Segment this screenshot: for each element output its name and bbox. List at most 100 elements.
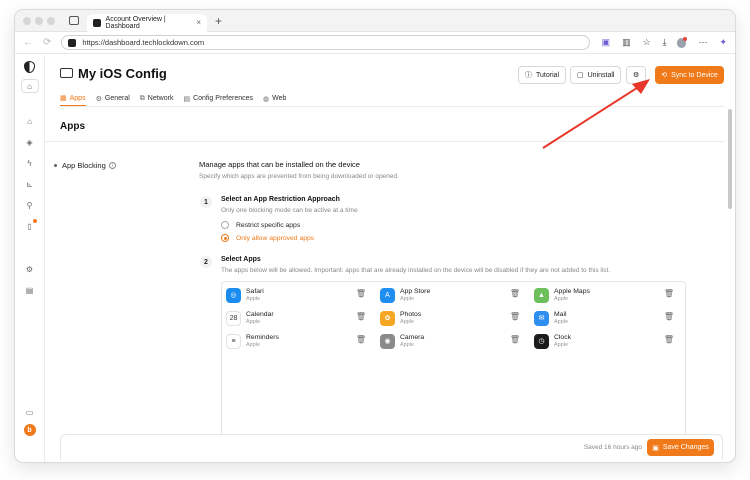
extension-icon[interactable]: ▣ bbox=[602, 37, 611, 48]
photos-icon: ✿ bbox=[380, 310, 395, 326]
radio-only-allow-approved-apps[interactable]: Only allow approved apps bbox=[221, 234, 689, 242]
info-icon: ⓘ bbox=[525, 72, 532, 79]
download-icon[interactable]: ⤓ bbox=[663, 37, 667, 48]
page-title: My iOS Config bbox=[78, 65, 167, 81]
gear-icon[interactable]: ⚙ bbox=[21, 262, 39, 276]
trash-icon[interactable]: 🗑︎ bbox=[510, 335, 520, 344]
radio-circle-selected bbox=[221, 234, 229, 242]
sync-to-device-button[interactable]: ⟲ Sync to Device bbox=[655, 66, 724, 84]
tab-web[interactable]: ◍ Web bbox=[263, 91, 286, 106]
activity-icon[interactable]: ϟ bbox=[21, 156, 39, 170]
app-blocking-label: App Blocking i bbox=[54, 161, 116, 170]
save-changes-button[interactable]: ▣ Save Changes bbox=[647, 439, 714, 456]
app-list-item: ≡ Reminders Apple 🗑︎ bbox=[226, 332, 374, 350]
document-icon: ▢ bbox=[577, 72, 584, 79]
close-tab-icon[interactable]: × bbox=[196, 18, 201, 27]
maximize-window-dot[interactable] bbox=[47, 16, 55, 25]
close-window-dot[interactable] bbox=[23, 16, 31, 25]
app-developer: Apple bbox=[246, 319, 261, 325]
gear-icon: ⚙ bbox=[95, 95, 102, 103]
trash-icon[interactable]: 🗑︎ bbox=[664, 289, 674, 298]
tutorial-label: Tutorial bbox=[536, 71, 560, 79]
app-name: Camera bbox=[400, 334, 425, 341]
scrollbar[interactable] bbox=[728, 109, 732, 209]
trash-icon[interactable]: 🗑︎ bbox=[356, 289, 366, 298]
new-tab-icon[interactable]: + bbox=[215, 14, 222, 28]
trash-icon[interactable]: 🗑︎ bbox=[356, 312, 366, 321]
app-name: Mail bbox=[554, 311, 567, 318]
mail-icon: ✉ bbox=[534, 310, 549, 326]
browser-titlebar: Account Overview | Dashboard × + bbox=[15, 10, 735, 32]
app-list-item: ◉ Camera Apple 🗑︎ bbox=[380, 332, 528, 350]
app-developer: Apple bbox=[400, 296, 415, 302]
app-developer: Apple bbox=[246, 342, 261, 348]
favorites-icon[interactable]: ☆ bbox=[643, 37, 651, 48]
uninstall-button[interactable]: ▢ Uninstall bbox=[570, 66, 622, 84]
app-list-item: ▲ Apple Maps Apple 🗑︎ bbox=[534, 286, 682, 304]
section-title: Apps bbox=[60, 121, 85, 132]
site-info-icon[interactable] bbox=[68, 38, 77, 47]
home-icon[interactable]: ⌂ bbox=[21, 114, 39, 128]
tab-network[interactable]: ⧉ Network bbox=[140, 91, 174, 106]
more-menu-icon[interactable]: ⋯ bbox=[698, 37, 707, 48]
uninstall-label: Uninstall bbox=[587, 71, 615, 79]
tab-web-label: Web bbox=[272, 95, 287, 102]
app-store-icon: A bbox=[380, 287, 395, 303]
sync-label: Sync to Device bbox=[671, 71, 718, 79]
app-developer: Apple bbox=[554, 296, 569, 302]
favicon-icon bbox=[93, 18, 101, 27]
tab-overview-icon[interactable] bbox=[69, 16, 79, 25]
profile-avatar-icon[interactable] bbox=[676, 36, 688, 48]
step-subtitle: The apps below will be allowed. Importan… bbox=[221, 267, 611, 274]
sidebar: ⌂ ⌂ ◈ ϟ ⊾ ⚲ ▯ ⚙ ▤ ▭ b bbox=[15, 55, 45, 462]
app-blocking-text: App Blocking bbox=[62, 161, 106, 170]
saved-status: Saved 16 hours ago bbox=[583, 444, 642, 451]
back-icon[interactable]: ← bbox=[23, 37, 33, 48]
layers-icon[interactable]: ◈ bbox=[21, 135, 39, 149]
browser-tab-title: Account Overview | Dashboard bbox=[105, 15, 166, 30]
tab-config-preferences[interactable]: ▤ Config Preferences bbox=[183, 91, 253, 106]
settings-button[interactable]: ⚙ bbox=[626, 66, 647, 84]
user-avatar[interactable]: b bbox=[23, 424, 36, 436]
clock-icon: ◷ bbox=[534, 333, 549, 349]
save-changes-label: Save Changes bbox=[662, 444, 709, 451]
url-text: https://dashboard.techlockdown.com bbox=[82, 38, 205, 47]
app-list-item: ✉ Mail Apple 🗑︎ bbox=[534, 309, 682, 327]
trash-icon[interactable]: 🗑︎ bbox=[510, 312, 520, 321]
file-icon: ▤ bbox=[183, 95, 191, 103]
reload-icon[interactable]: ⟳ bbox=[43, 37, 51, 48]
lock-icon[interactable]: ⌂ bbox=[20, 79, 39, 93]
section-divider bbox=[45, 141, 725, 142]
network-icon: ⧉ bbox=[139, 94, 145, 102]
browser-window: Account Overview | Dashboard × + ← ⟳ htt… bbox=[15, 10, 735, 462]
split-view-icon[interactable]: ▥ bbox=[622, 37, 631, 48]
devices-icon[interactable]: ▯ bbox=[21, 219, 39, 233]
trash-icon[interactable]: 🗑︎ bbox=[664, 312, 674, 321]
tutorial-button[interactable]: ⓘ Tutorial bbox=[518, 66, 567, 84]
info-icon[interactable]: i bbox=[108, 162, 116, 169]
brand-logo-icon[interactable] bbox=[24, 61, 35, 73]
wrench-icon[interactable]: ⚲ bbox=[21, 198, 39, 212]
grid-icon: ▦ bbox=[60, 95, 67, 102]
book-icon[interactable]: ▤ bbox=[21, 283, 39, 297]
chat-icon[interactable]: ▭ bbox=[26, 408, 34, 417]
url-field[interactable]: https://dashboard.techlockdown.com bbox=[61, 35, 590, 50]
browser-tab[interactable]: Account Overview | Dashboard × bbox=[87, 13, 207, 32]
copilot-icon[interactable]: ✦ bbox=[719, 37, 727, 48]
config-tabs: ▦ Apps ⚙ General ⧉ Network ▤ Config Preferen… bbox=[60, 91, 725, 107]
notification-dot bbox=[32, 219, 37, 223]
trash-icon[interactable]: 🗑︎ bbox=[510, 289, 520, 298]
bullet-dot bbox=[54, 164, 57, 167]
radio-restrict-specific-apps[interactable]: Restrict specific apps bbox=[221, 221, 689, 229]
app-shell: ⌂ ⌂ ◈ ϟ ⊾ ⚲ ▯ ⚙ ▤ ▭ b My iOS Config ⓘ Tu… bbox=[15, 55, 735, 462]
tab-apps[interactable]: ▦ Apps bbox=[60, 91, 86, 106]
trash-icon[interactable]: 🗑︎ bbox=[356, 335, 366, 344]
trash-icon[interactable]: 🗑︎ bbox=[664, 335, 674, 344]
sync-icon: ⟲ bbox=[661, 72, 668, 79]
chart-icon[interactable]: ⊾ bbox=[21, 177, 39, 191]
gear-icon: ⚙ bbox=[633, 72, 640, 79]
minimize-window-dot[interactable] bbox=[35, 16, 43, 25]
tab-general[interactable]: ⚙ General bbox=[96, 91, 130, 106]
app-list-item: 28 Calendar Apple 🗑︎ bbox=[226, 309, 374, 327]
safari-icon: ◎ bbox=[226, 287, 241, 303]
